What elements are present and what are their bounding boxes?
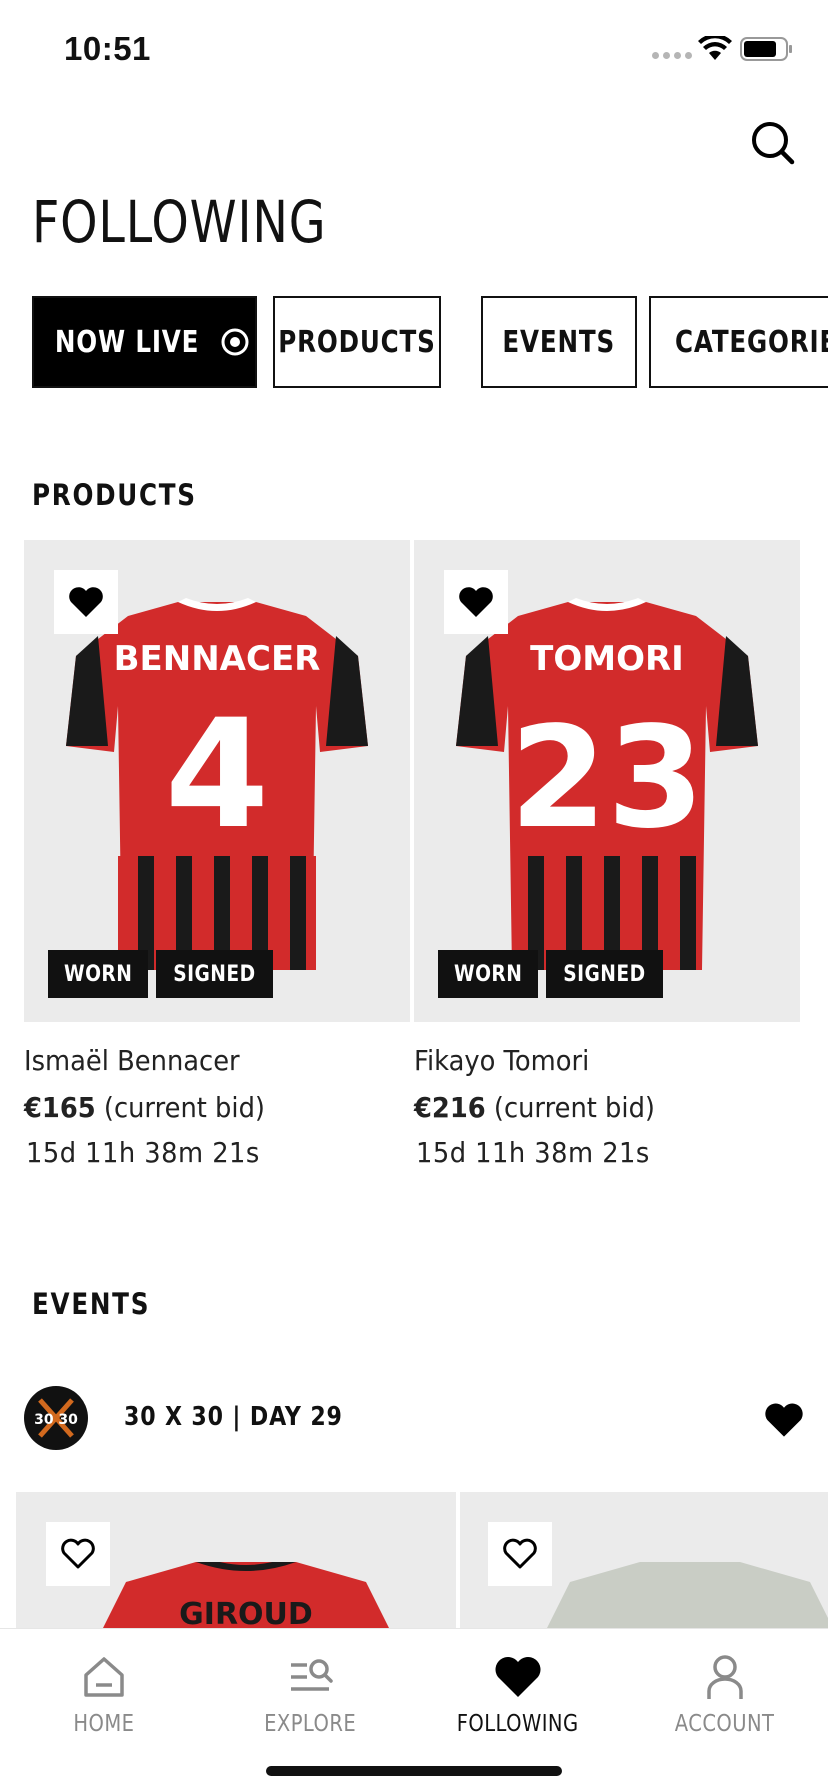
event-product-card[interactable]	[460, 1492, 828, 1632]
nav-label: ACCOUNT	[674, 1711, 775, 1737]
tab-categories[interactable]: CATEGORIES	[649, 296, 828, 388]
jersey-image: GIROUD	[101, 1562, 391, 1632]
badges: WORN SIGNED	[48, 950, 274, 998]
nav-account[interactable]: ACCOUNT	[621, 1653, 828, 1737]
product-bid: €216 (current bid)	[414, 1091, 769, 1124]
product-card[interactable]: TOMORI 23 WORN SIGNED Fikayo Tomori €216…	[414, 540, 800, 1169]
product-name: Ismaël Bennacer	[24, 1044, 240, 1077]
jersey-name-text: BENNACER	[114, 639, 321, 679]
signed-badge: SIGNED	[156, 950, 274, 998]
product-name: Fikayo Tomori	[414, 1044, 590, 1077]
jersey-name-text: TOMORI	[530, 639, 684, 679]
product-price: €216	[414, 1091, 486, 1124]
explore-icon	[290, 1659, 333, 1691]
battery-icon	[740, 37, 792, 61]
nav-label: HOME	[72, 1711, 135, 1737]
jersey-image: BENNACER 4	[66, 598, 368, 970]
event-name: 30 X 30 | DAY 29	[124, 1402, 343, 1432]
jersey-name-text: GIROUD	[179, 1597, 313, 1632]
event-avatar: 30 30	[24, 1386, 88, 1450]
price-suffix: (current bid)	[103, 1091, 265, 1124]
search-button[interactable]	[744, 114, 800, 170]
product-card[interactable]: BENNACER 4 WORN SIGNED Ismaël Bennacer €…	[24, 540, 410, 1169]
product-price: €165	[24, 1091, 96, 1124]
heart-icon	[495, 1657, 540, 1697]
status-bar: 10:51	[0, 0, 828, 100]
events-section-title: EVENTS	[32, 1287, 151, 1321]
auction-timer: 15d 11h 38m 21s	[416, 1136, 650, 1169]
heart-filled-icon	[459, 587, 493, 617]
badges: WORN SIGNED	[438, 950, 664, 998]
jersey-number-text: 4	[165, 688, 269, 862]
products-section-title: PRODUCTS	[32, 478, 197, 512]
product-image[interactable]: TOMORI 23 WORN SIGNED	[414, 540, 800, 1022]
tab-now-live[interactable]: NOW LIVE	[32, 296, 257, 388]
jersey-image	[545, 1562, 828, 1632]
product-bid: €165 (current bid)	[24, 1091, 379, 1124]
jersey-number-text: 23	[510, 697, 705, 860]
wifi-icon	[698, 36, 732, 60]
favorite-button[interactable]	[46, 1522, 110, 1586]
tab-products[interactable]: PRODUCTS	[273, 296, 441, 388]
favorite-button[interactable]	[444, 570, 508, 634]
account-icon	[706, 1655, 743, 1699]
nav-home[interactable]: HOME	[0, 1653, 207, 1737]
tab-label: NOW LIVE	[55, 324, 200, 360]
tab-label: PRODUCTS	[278, 324, 436, 360]
event-logo-icon: 30 30	[34, 1398, 78, 1438]
nav-label: EXPLORE	[264, 1711, 357, 1737]
favorite-button[interactable]	[54, 570, 118, 634]
live-icon	[221, 328, 249, 356]
jersey-image: TOMORI 23	[456, 598, 758, 970]
price-suffix: (current bid)	[493, 1091, 655, 1124]
search-icon	[752, 122, 795, 165]
page-title: FOLLOWING	[32, 188, 327, 256]
product-image[interactable]: BENNACER 4 WORN SIGNED	[24, 540, 410, 1022]
auction-timer: 15d 11h 38m 21s	[26, 1136, 260, 1169]
home-indicator[interactable]	[266, 1766, 562, 1776]
cellular-signal-icon	[652, 52, 692, 59]
nav-following[interactable]: FOLLOWING	[414, 1653, 621, 1737]
home-icon	[83, 1657, 124, 1697]
event-product-card[interactable]: GIROUD	[16, 1492, 456, 1632]
worn-badge: WORN	[438, 950, 539, 998]
nav-explore[interactable]: EXPLORE	[207, 1653, 414, 1737]
heart-filled-icon[interactable]	[764, 1400, 804, 1440]
signed-badge: SIGNED	[546, 950, 664, 998]
svg-text:30 30: 30 30	[34, 1412, 78, 1428]
filter-tabs: NOW LIVE PRODUCTS EVENTS CATEGORIES	[32, 296, 828, 388]
heart-outline-icon	[503, 1538, 537, 1569]
worn-badge: WORN	[48, 950, 149, 998]
nav-label: FOLLOWING	[456, 1711, 579, 1737]
heart-filled-icon	[69, 587, 103, 617]
tab-label: CATEGORIES	[675, 324, 828, 360]
tab-events[interactable]: EVENTS	[481, 296, 637, 388]
favorite-button[interactable]	[488, 1522, 552, 1586]
heart-outline-icon	[61, 1538, 95, 1569]
tab-label: EVENTS	[502, 324, 616, 360]
status-time: 10:51	[64, 30, 151, 67]
event-row[interactable]: 30 30 30 X 30 | DAY 29	[24, 1386, 804, 1452]
